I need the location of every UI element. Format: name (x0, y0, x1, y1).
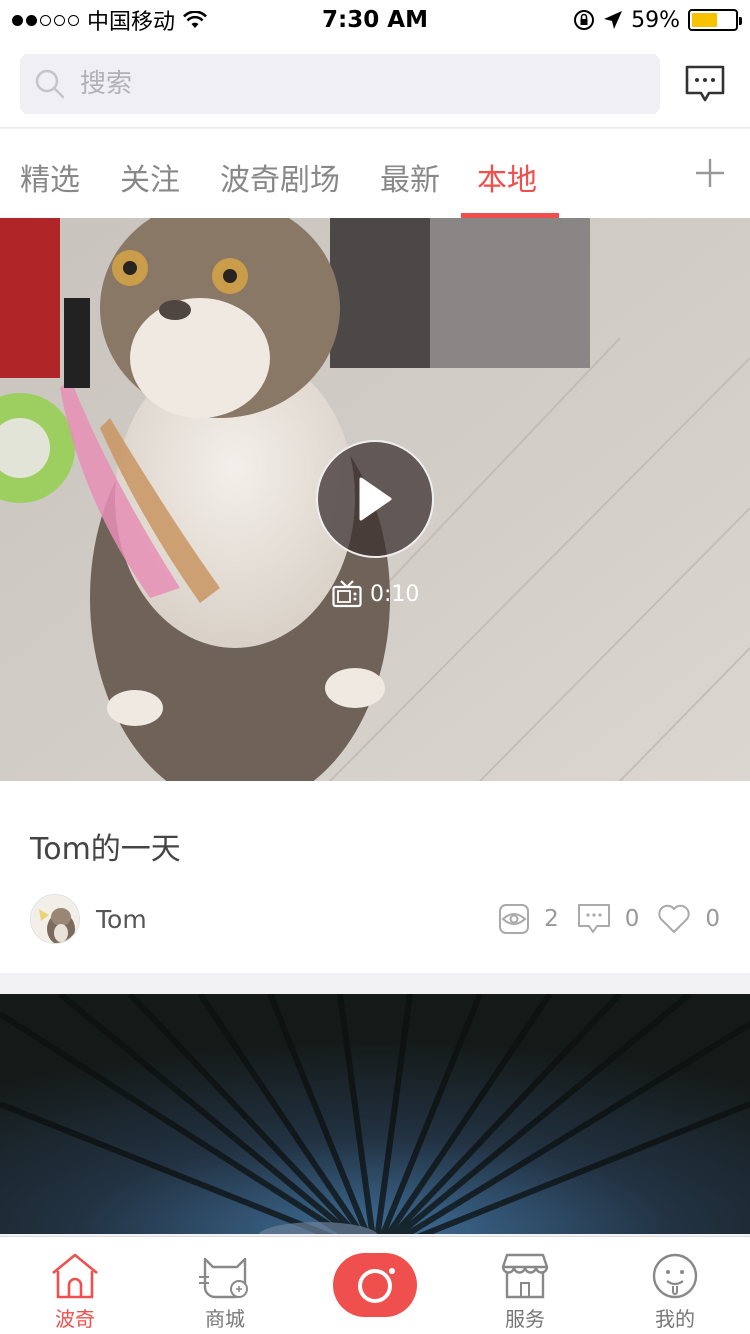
video-duration: 0:10 (332, 580, 419, 608)
store-icon (501, 1253, 549, 1299)
camera-button[interactable] (333, 1253, 417, 1317)
battery-percentage: 59% (631, 7, 680, 33)
tab-theater[interactable]: 波奇剧场 (220, 155, 340, 199)
battery-icon (688, 9, 742, 31)
message-icon[interactable] (684, 64, 726, 104)
battery-level-fill (692, 13, 717, 27)
comments-count: 0 (624, 906, 640, 932)
likes-count: 0 (705, 906, 720, 932)
tabbar-service-label: 服务 (505, 1307, 545, 1331)
signal-strength-icon (12, 14, 79, 26)
video-thumbnail[interactable]: 0:10 (0, 218, 750, 781)
author-name[interactable]: Tom (96, 905, 147, 934)
location-arrow-icon (604, 11, 623, 29)
play-icon (359, 477, 392, 521)
profile-icon (652, 1253, 698, 1299)
avatar[interactable] (30, 894, 80, 944)
tabbar-home-label: 波奇 (55, 1307, 95, 1331)
eye-icon (499, 904, 530, 934)
comments-stat[interactable]: 0 (577, 902, 640, 936)
views-count: 2 (544, 906, 559, 932)
carrier-name: 中国移动 (87, 10, 176, 35)
camera-icon (358, 1268, 395, 1303)
wifi-icon (183, 11, 207, 28)
shop-cat-icon (199, 1257, 248, 1299)
status-right: 59% (573, 7, 742, 33)
comment-icon (577, 904, 610, 933)
tab-local[interactable]: 本地 (477, 155, 537, 199)
tabbar-service[interactable]: 服务 (450, 1237, 600, 1334)
tabbar-home[interactable]: 波奇 (0, 1237, 150, 1334)
tabbar-shop[interactable]: 商城 (150, 1237, 300, 1334)
play-button[interactable] (316, 440, 434, 558)
search-header (0, 40, 750, 128)
category-tabs: 精选 关注 波奇剧场 最新 本地 (0, 129, 750, 218)
tabbar-shop-label: 商城 (205, 1307, 245, 1331)
home-icon (52, 1253, 98, 1299)
video-post-card[interactable]: 0:10 Tom的一天 Tom 2 0 0 (0, 218, 750, 973)
post-stats: 2 0 0 (498, 902, 720, 936)
tv-icon (332, 580, 362, 608)
likes-stat[interactable]: 0 (657, 903, 720, 935)
tabbar-profile-label: 我的 (655, 1307, 695, 1331)
search-icon (35, 69, 65, 99)
post-title[interactable]: Tom的一天 (30, 824, 181, 868)
post-meta-row: Tom 2 0 0 (30, 894, 720, 944)
search-input[interactable] (80, 69, 580, 99)
tab-latest[interactable]: 最新 (380, 155, 440, 199)
bottom-tab-bar: 波奇 商城 服务 我的 (0, 1236, 750, 1334)
video-post-card-2[interactable] (0, 994, 750, 1234)
post-thumbnail (0, 994, 750, 1234)
status-left: 中国移动 (12, 4, 207, 36)
orientation-lock-icon (574, 10, 595, 30)
tab-featured[interactable]: 精选 (20, 155, 80, 199)
tabbar-profile[interactable]: 我的 (600, 1237, 750, 1334)
duration-text: 0:10 (370, 581, 420, 607)
status-bar: 中国移动 7:30 AM 59% (0, 0, 750, 40)
heart-icon (658, 904, 691, 933)
tab-following[interactable]: 关注 (120, 155, 180, 199)
search-bar[interactable] (20, 54, 660, 114)
views-stat: 2 (498, 903, 559, 935)
add-tab-icon[interactable] (694, 157, 726, 189)
